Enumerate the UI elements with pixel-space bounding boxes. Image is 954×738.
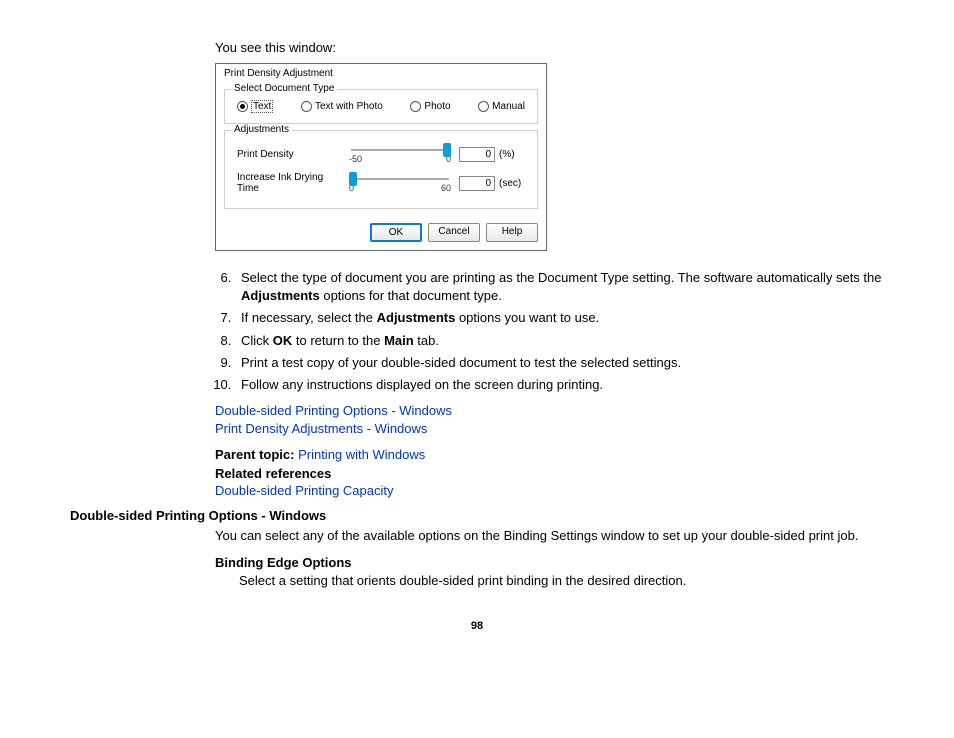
- link-double-sided-capacity[interactable]: Double-sided Printing Capacity: [215, 483, 884, 498]
- print-density-unit: (%): [499, 149, 525, 160]
- group-title-adjustments: Adjustments: [231, 124, 292, 135]
- ok-button[interactable]: OK: [370, 223, 422, 242]
- print-density-label: Print Density: [237, 149, 347, 160]
- print-density-value[interactable]: 0: [459, 147, 495, 162]
- radio-manual-label: Manual: [492, 101, 525, 112]
- dialog-title: Print Density Adjustment: [216, 64, 546, 83]
- adjustments-group: Adjustments Print Density -50 0 0 (%) In…: [224, 130, 538, 209]
- radio-icon: [410, 101, 421, 112]
- slider-thumb-icon[interactable]: [349, 172, 357, 186]
- drying-time-value[interactable]: 0: [459, 176, 495, 191]
- section-body: You can select any of the available opti…: [215, 527, 884, 545]
- radio-text-photo-label: Text with Photo: [315, 101, 383, 112]
- print-density-dialog: Print Density Adjustment Select Document…: [215, 63, 547, 251]
- step-6: Select the type of document you are prin…: [235, 269, 884, 305]
- radio-text-photo[interactable]: Text with Photo: [301, 101, 383, 112]
- radio-photo-label: Photo: [424, 101, 450, 112]
- radio-text[interactable]: Text: [237, 100, 273, 113]
- radio-icon: [237, 101, 248, 112]
- slider-thumb-icon[interactable]: [443, 143, 451, 157]
- binding-edge-body: Select a setting that orients double-sid…: [239, 572, 884, 590]
- group-title-doctype: Select Document Type: [231, 83, 337, 94]
- slider-tick-min: -50: [349, 154, 362, 164]
- step-7: If necessary, select the Adjustments opt…: [235, 309, 884, 327]
- step-9: Print a test copy of your double-sided d…: [235, 354, 884, 372]
- related-references-label: Related references: [215, 466, 884, 481]
- step-8: Click OK to return to the Main tab.: [235, 332, 884, 350]
- link-print-density-adjustments[interactable]: Print Density Adjustments - Windows: [215, 420, 884, 438]
- binding-edge-heading: Binding Edge Options: [215, 555, 884, 570]
- print-density-row: Print Density -50 0 0 (%): [233, 141, 529, 168]
- drying-time-unit: (sec): [499, 178, 525, 189]
- cancel-button[interactable]: Cancel: [428, 223, 480, 242]
- radio-text-label: Text: [251, 100, 273, 113]
- radio-manual[interactable]: Manual: [478, 101, 525, 112]
- slider-tick-max: 60: [441, 183, 451, 193]
- section-heading-double-sided: Double-sided Printing Options - Windows: [70, 508, 884, 523]
- drying-time-row: Increase Ink Drying Time 0 60 0 (sec): [233, 168, 529, 198]
- link-printing-with-windows[interactable]: Printing with Windows: [298, 447, 425, 462]
- parent-topic-label: Parent topic:: [215, 447, 298, 462]
- link-double-sided-options[interactable]: Double-sided Printing Options - Windows: [215, 402, 884, 420]
- document-type-group: Select Document Type Text Text with Phot…: [224, 89, 538, 124]
- radio-icon: [478, 101, 489, 112]
- radio-photo[interactable]: Photo: [410, 101, 450, 112]
- step-10: Follow any instructions displayed on the…: [235, 376, 884, 394]
- instruction-list: Select the type of document you are prin…: [215, 269, 884, 394]
- drying-time-slider[interactable]: [351, 178, 449, 180]
- drying-time-label: Increase Ink Drying Time: [237, 172, 347, 194]
- intro-text: You see this window:: [215, 40, 884, 55]
- page-number: 98: [70, 620, 884, 632]
- help-button[interactable]: Help: [486, 223, 538, 242]
- print-density-slider[interactable]: [351, 149, 449, 151]
- radio-icon: [301, 101, 312, 112]
